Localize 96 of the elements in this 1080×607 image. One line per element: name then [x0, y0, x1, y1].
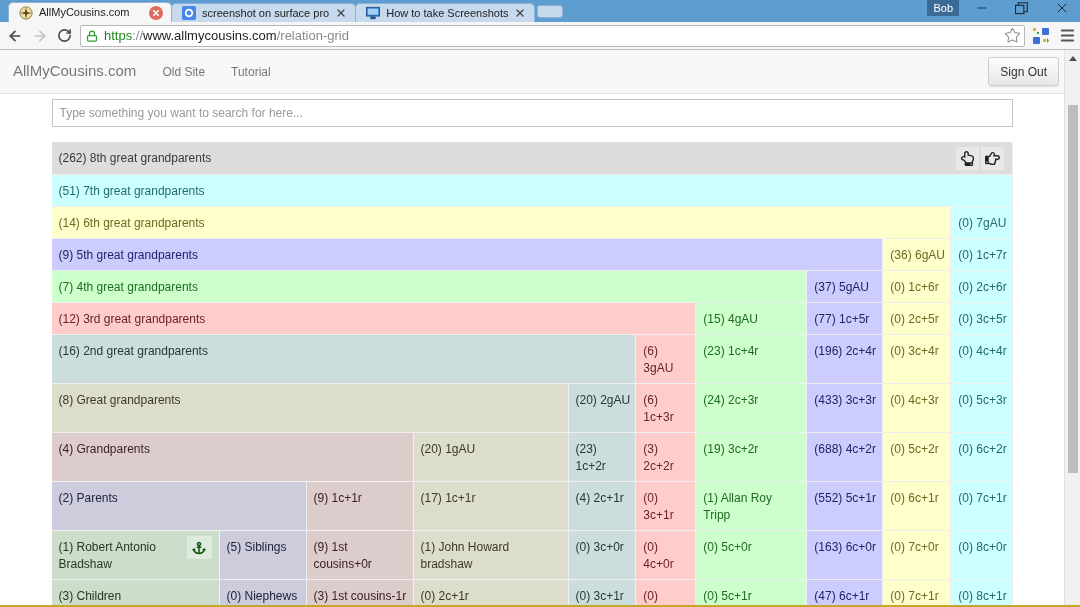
grid-cell: (0) 8c+1r	[951, 580, 1013, 607]
extension-icon[interactable]	[1033, 27, 1049, 44]
grid-cell: (6) 3gAU	[636, 335, 696, 383]
browser-tab[interactable]: screenshot on surface pro	[171, 3, 357, 22]
grid-cell: (196) 2c+4r	[807, 335, 883, 383]
grid-cell: (0) 7c+1r	[883, 580, 951, 607]
hand-pointing-up-icon	[960, 150, 976, 166]
hand-pointing-right-icon	[985, 150, 1001, 166]
monitor-icon	[366, 6, 381, 20]
grid-cell: (0) 6c+1r	[883, 482, 951, 530]
grid-cell: (9) 1st cousins+0r	[306, 531, 413, 579]
grid-cell: (552) 5c+1r	[807, 482, 883, 530]
compass-icon	[19, 5, 33, 20]
grid-cell: (0) 4c+0r	[636, 531, 696, 579]
url-text: https://www.allmycousins.com/relation-grid	[104, 26, 349, 45]
grid-cell: (0) 8c+0r	[951, 531, 1013, 579]
grid-cell: (47) 6c+1r	[807, 580, 883, 607]
grid-cell: (0) 1c+6r	[883, 271, 951, 302]
grid-cell: (14) 6th great grandparents	[51, 207, 951, 238]
reload-icon[interactable]	[57, 28, 72, 43]
profile-button[interactable]: Bob	[927, 0, 959, 16]
browser-tab[interactable]: AllMyCousins.com	[8, 2, 172, 22]
grid-cell: (0)	[636, 580, 696, 607]
grid-cell: (0) 5c+1r	[696, 580, 807, 607]
scrollbar-thumb[interactable]	[1067, 105, 1078, 473]
grid-cell: (0) 3c+1r	[636, 482, 696, 530]
grid-cell: (7) 4th great grandparents	[51, 271, 807, 302]
grid-cell: (0) 3c+0r	[568, 531, 636, 579]
grid-cell: (0) 3c+1r	[568, 580, 636, 607]
grid-cell: (12) 3rd great grandparents	[51, 303, 696, 334]
grid-cell: (9) 1c+1r	[306, 482, 413, 530]
grid-cell: (0) 7gAU	[951, 207, 1013, 238]
grid-cell: (688) 4c+2r	[807, 433, 883, 481]
grid-cell: (3) 2c+2r	[636, 433, 696, 481]
grid-cell: (6) 1c+3r	[636, 384, 696, 432]
grid-cell: (1) Allan Roy Tripp	[696, 482, 807, 530]
grid-cell: (3) Children	[51, 580, 219, 607]
grid-cell: (4) 2c+1r	[568, 482, 636, 530]
grid-cell: (0) 7c+1r	[951, 482, 1013, 530]
close-icon[interactable]	[149, 5, 163, 20]
grid-cell: (19) 3c+2r	[696, 433, 807, 481]
grid-cell: (0) 2c+6r	[951, 271, 1013, 302]
cell-text: (262) 8th great grandparents	[58, 149, 212, 167]
ring-tile-icon	[182, 6, 196, 20]
grid-cell: (2) Parents	[51, 482, 306, 530]
grid-cell: (20) 2gAU	[568, 384, 636, 432]
grid-cell: (17) 1c+1r	[413, 482, 568, 530]
nav-link[interactable]: Old Site	[162, 62, 206, 81]
grid-cell: (0) 3c+5r	[951, 303, 1013, 334]
grid-cell: (37) 5gAU	[807, 271, 883, 302]
star-icon[interactable]	[1004, 27, 1021, 44]
grid-cell: (0) 2c+5r	[883, 303, 951, 334]
brand-link[interactable]: AllMyCousins.com	[13, 60, 137, 83]
grid-cell: (16) 2nd great grandparents	[51, 335, 636, 383]
nav-link[interactable]: Tutorial	[231, 62, 271, 81]
grid-cell: (0) 3c+4r	[883, 335, 951, 383]
grid-cell: (4) Grandparents	[51, 433, 413, 481]
restore-icon[interactable]	[1015, 1, 1028, 15]
grid-cell: (1) John Howard bradshaw	[413, 531, 568, 579]
grid-cell: (0) 5c+0r	[696, 531, 807, 579]
cell-text: (1) Robert Antonio Bradshaw	[58, 540, 156, 571]
grid-cell: (0) Niephews	[219, 580, 306, 607]
grid-cell: (51) 7th great grandparents	[51, 175, 1013, 206]
anchor-icon	[192, 540, 206, 555]
grid-cell: (5) Siblings	[219, 531, 306, 579]
grid-cell: (3) 1st cousins-1r	[306, 580, 413, 607]
grid-cell: (0) 6c+2r	[951, 433, 1013, 481]
grid-cell: (23) 1c+4r	[696, 335, 807, 383]
grid-cell: (36) 6gAU	[883, 239, 951, 270]
grid-cell: (9) 5th great grandparents	[51, 239, 883, 270]
menu-icon[interactable]	[1059, 27, 1076, 44]
grid-cell: (20) 1gAU	[413, 433, 568, 481]
grid-cell: (0) 7c+0r	[883, 531, 951, 579]
grid-cell: (0) 4c+3r	[883, 384, 951, 432]
grid-cell: (24) 2c+3r	[696, 384, 807, 432]
grid-cell: (0) 2c+1r	[413, 580, 568, 607]
address-bar[interactable]: https://www.allmycousins.com/relation-grid	[80, 24, 1025, 47]
grid-cell: (433) 3c+3r	[807, 384, 883, 432]
grid-cell: (0) 5c+2r	[883, 433, 951, 481]
grid-cell: (0) 1c+7r	[951, 239, 1013, 270]
point-up-button[interactable]	[956, 146, 980, 170]
point-right-button[interactable]	[981, 146, 1005, 170]
browser-tab[interactable]: How to take Screenshots	[355, 3, 536, 22]
grid-cell: (163) 6c+0r	[807, 531, 883, 579]
anchor-button[interactable]	[186, 536, 212, 559]
search-field[interactable]: Type something you want to search for here...	[51, 99, 1013, 127]
scrollbar[interactable]	[1064, 50, 1080, 607]
grid-cell: (8) Great grandparents	[51, 384, 568, 432]
lock-icon	[86, 29, 98, 42]
sign-out-button[interactable]: Sign Out	[988, 57, 1059, 86]
scroll-up-icon[interactable]	[1068, 56, 1077, 61]
grid-cell: (15) 4gAU	[696, 303, 807, 334]
grid-cell: (0) 4c+4r	[951, 335, 1013, 383]
grid-cell: (23) 1c+2r	[568, 433, 636, 481]
grid-cell: (0) 5c+3r	[951, 384, 1013, 432]
grid-cell: (77) 1c+5r	[807, 303, 883, 334]
